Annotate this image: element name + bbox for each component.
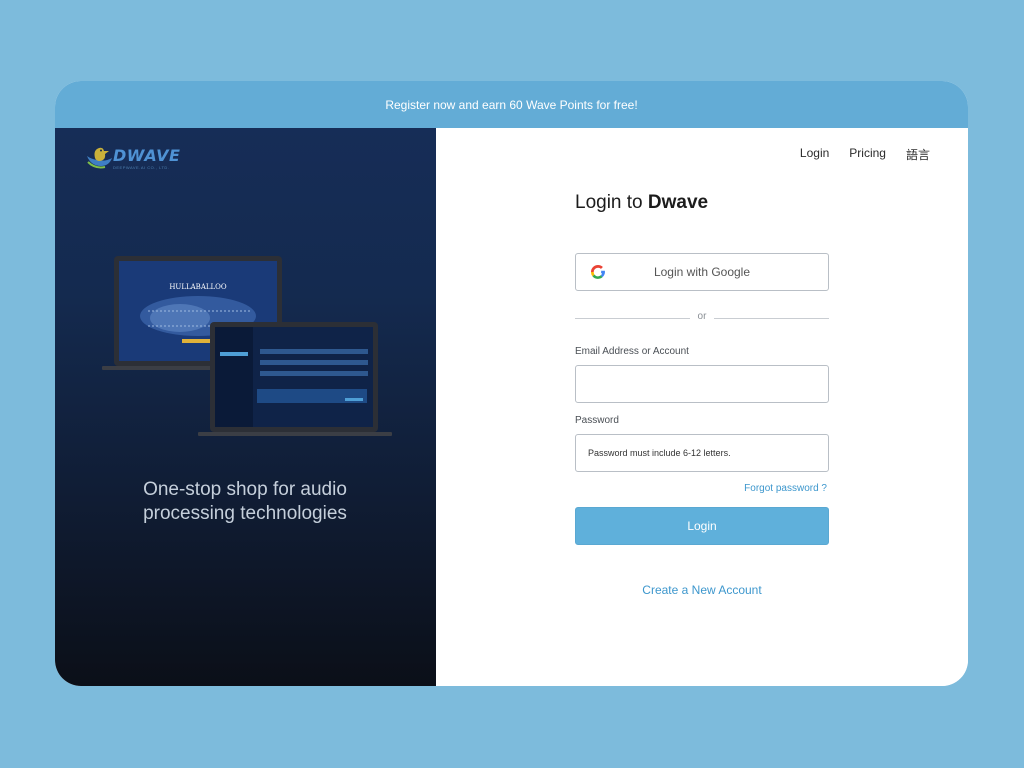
app-window: Register now and earn 60 Wave Points for…	[55, 81, 968, 686]
hero-panel: DWAVE DEEPWAVE.AI CO., LTD. HULLABALLOO	[55, 128, 436, 686]
nav-login-link[interactable]: Login	[800, 146, 829, 163]
password-label: Password	[575, 415, 619, 426]
brand-subtitle: DEEPWAVE.AI CO., LTD.	[113, 165, 170, 170]
brand-wordmark: DWAVE	[113, 146, 181, 165]
title-prefix: Login to	[575, 192, 648, 213]
create-account-link[interactable]: Create a New Account	[575, 583, 829, 597]
hero-tagline-line2: processing technologies	[143, 503, 347, 524]
google-login-label: Login with Google	[653, 265, 751, 279]
email-field[interactable]	[575, 365, 829, 403]
laptops-illustration: HULLABALLOO	[102, 256, 392, 436]
login-button-label: Login	[687, 519, 717, 533]
nav-pricing-link[interactable]: Pricing	[849, 146, 886, 163]
promo-banner-text: Register now and earn 60 Wave Points for…	[385, 97, 638, 112]
forgot-password-link[interactable]: Forgot password ?	[575, 483, 827, 494]
page-title: Login to Dwave	[575, 192, 708, 214]
title-brand: Dwave	[647, 192, 709, 213]
divider-or-text: or	[697, 311, 707, 322]
hero-tagline: One-stop shop for audio processing techn…	[85, 478, 405, 526]
mock-screen-title: HULLABALLOO	[169, 283, 227, 291]
top-nav: Login Pricing 語言	[800, 146, 930, 163]
password-field[interactable]	[575, 434, 829, 472]
email-label: Email Address or Account	[575, 346, 689, 357]
nav-language-link[interactable]: 語言	[906, 146, 930, 163]
google-login-button[interactable]: Login with Google	[575, 253, 829, 291]
duck-logo-icon	[87, 147, 112, 169]
login-panel: Login Pricing 語言 Login to Dwave Login wi…	[436, 128, 968, 686]
promo-banner: Register now and earn 60 Wave Points for…	[55, 81, 968, 128]
or-divider: or	[575, 311, 829, 325]
divider-line-right	[714, 318, 829, 319]
brand-logo[interactable]: DWAVE DEEPWAVE.AI CO., LTD.	[85, 142, 180, 172]
hero-tagline-line1: One-stop shop for audio	[143, 479, 347, 500]
login-button[interactable]: Login	[575, 507, 829, 545]
google-icon	[590, 265, 605, 279]
